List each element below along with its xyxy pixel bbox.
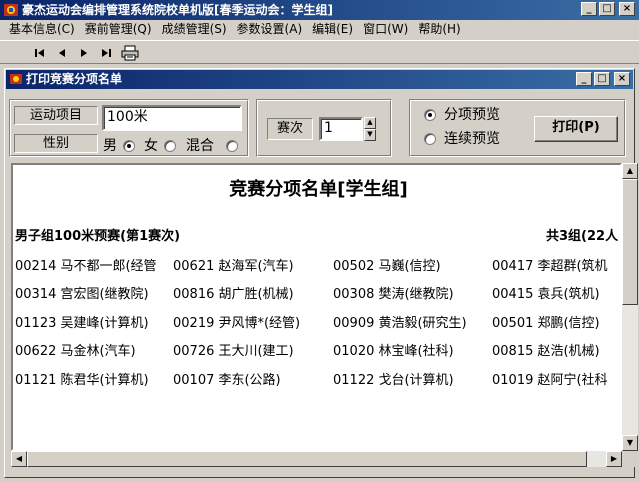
gender-label: 性别	[14, 134, 98, 153]
round-spin-down[interactable]: ▼	[364, 129, 376, 141]
app-icon	[4, 4, 18, 16]
menu-help[interactable]: 帮助(H)	[413, 20, 465, 39]
prev-page-icon[interactable]	[52, 44, 72, 62]
preview-continuous-label: 连续预览	[444, 131, 500, 147]
preview-subtitle: 男子组100米预赛(第1赛次)	[15, 229, 181, 244]
app-title: 豪杰运动会编排管理系统院校单机版[春季运动会：学生组]	[22, 3, 333, 17]
round-spin-up[interactable]: ▲	[364, 117, 376, 129]
child-maximize-button[interactable]: □	[594, 72, 610, 86]
horizontal-scrollbar[interactable]: ◀ ▶	[11, 451, 622, 467]
menu-bar: 基本信息(C) 赛前管理(Q) 成绩管理(S) 参数设置(A) 编辑(E) 窗口…	[0, 20, 639, 39]
list-item: 00308 樊涛(继教院)	[333, 287, 454, 302]
menu-basic-info[interactable]: 基本信息(C)	[4, 20, 80, 39]
application-window: 豪杰运动会编排管理系统院校单机版[春季运动会：学生组] _ □ × 基本信息(C…	[0, 0, 639, 482]
vertical-scrollbar[interactable]: ▲ ▼	[622, 163, 638, 451]
list-item: 00621 赵海军(汽车)	[173, 259, 294, 274]
child-titlebar[interactable]: 打印竞赛分项名单 _ □ ×	[6, 70, 633, 89]
list-item: 00909 黄浩毅(研究生)	[333, 316, 467, 331]
first-page-icon[interactable]	[30, 44, 50, 62]
list-item: 00107 李东(公路)	[173, 373, 281, 388]
list-item: 00415 袁兵(筑机)	[492, 287, 600, 302]
print-button[interactable]: 打印(P)	[534, 116, 618, 142]
menu-results[interactable]: 成绩管理(S)	[157, 20, 232, 39]
preview-group: 分项预览 连续预览 打印(P)	[409, 99, 626, 157]
round-input[interactable]: 1	[319, 117, 363, 141]
vertical-scroll-thumb[interactable]	[622, 179, 638, 305]
child-close-button[interactable]: ×	[614, 72, 630, 86]
round-group: 赛次 1 ▲ ▼	[256, 99, 392, 157]
group-count: 共3组(22人	[546, 229, 619, 244]
menu-edit[interactable]: 编辑(E)	[307, 20, 358, 39]
gender-male-label: 男	[103, 138, 117, 154]
preview-single-label: 分项预览	[444, 107, 500, 123]
child-title: 打印竞赛分项名单	[26, 72, 123, 86]
list-item: 00501 郑鹏(信控)	[492, 316, 600, 331]
print-preview: 竞赛分项名单[学生组] 男子组100米预赛(第1赛次) 共3组(22人 0021…	[11, 163, 622, 451]
list-item: 01123 吴建峰(计算机)	[15, 316, 149, 331]
gender-mixed-label: 混合	[186, 138, 214, 154]
list-item: 00219 尹风博*(经管)	[173, 316, 301, 331]
gender-female-radio[interactable]	[164, 140, 176, 152]
preview-single-radio[interactable]	[424, 109, 436, 121]
list-item: 01121 陈君华(计算机)	[15, 373, 149, 388]
scroll-left-button[interactable]: ◀	[11, 451, 27, 467]
list-item: 00502 马巍(信控)	[333, 259, 441, 274]
close-button[interactable]: ×	[619, 2, 635, 16]
print-list-window: 打印竞赛分项名单 _ □ × 运动项目 100米 性别 男 女 混合 赛次 1 …	[4, 68, 638, 478]
event-group: 运动项目 100米 性别 男 女 混合	[9, 99, 249, 157]
menu-window[interactable]: 窗口(W)	[358, 20, 413, 39]
event-label: 运动项目	[14, 106, 98, 125]
list-item: 01122 戈台(计算机)	[333, 373, 454, 388]
list-item: 01019 赵阿宁(社科	[492, 373, 608, 388]
scroll-down-button[interactable]: ▼	[622, 435, 638, 451]
preview-continuous-radio[interactable]	[424, 133, 436, 145]
toolbar	[0, 40, 639, 64]
list-item: 00314 宫宏图(继教院)	[15, 287, 149, 302]
last-page-icon[interactable]	[96, 44, 116, 62]
gender-female-label: 女	[144, 138, 158, 154]
child-app-icon	[10, 74, 22, 84]
child-minimize-button[interactable]: _	[576, 72, 592, 86]
menu-parameters[interactable]: 参数设置(A)	[232, 20, 308, 39]
list-item: 00417 李超群(筑机	[492, 259, 608, 274]
scroll-up-button[interactable]: ▲	[622, 163, 638, 179]
horizontal-scroll-thumb[interactable]	[27, 451, 587, 467]
minimize-button[interactable]: _	[581, 2, 597, 16]
next-page-icon[interactable]	[74, 44, 94, 62]
scroll-corner	[622, 451, 638, 467]
maximize-button[interactable]: □	[599, 2, 615, 16]
event-input[interactable]: 100米	[102, 105, 242, 131]
preview-title: 竞赛分项名单[学生组]	[229, 179, 408, 200]
list-item: 00214 马不都一郎(经管	[15, 259, 157, 274]
list-item: 00726 王大川(建工)	[173, 344, 294, 359]
list-item: 01020 林宝峰(社科)	[333, 344, 454, 359]
gender-mixed-radio[interactable]	[226, 140, 238, 152]
list-item: 00622 马金林(汽车)	[15, 344, 136, 359]
round-label: 赛次	[267, 118, 313, 140]
menu-pre-match[interactable]: 赛前管理(Q)	[80, 20, 157, 39]
gender-male-radio[interactable]	[123, 140, 135, 152]
app-titlebar[interactable]: 豪杰运动会编排管理系统院校单机版[春季运动会：学生组] _ □ ×	[0, 0, 639, 20]
list-item: 00815 赵浩(机械)	[492, 344, 600, 359]
printer-icon[interactable]	[120, 44, 140, 62]
list-item: 00816 胡广胜(机械)	[173, 287, 294, 302]
scroll-right-button[interactable]: ▶	[606, 451, 622, 467]
